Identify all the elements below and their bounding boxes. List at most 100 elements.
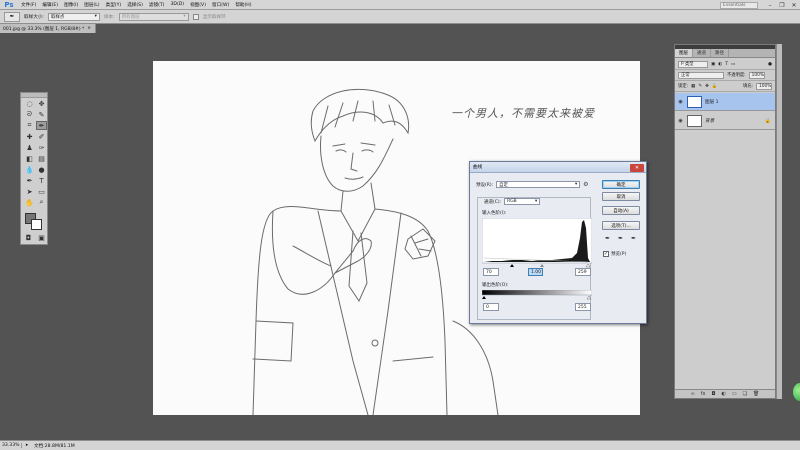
options-bar: ✒ 取样大小: 取样点 ▾ 样本: 所有图层 ▾ 显示取样环 bbox=[0, 10, 800, 24]
ok-button[interactable]: 确定 bbox=[602, 180, 640, 189]
hand-tool-icon[interactable]: ✋ bbox=[24, 198, 35, 207]
tab-layers[interactable]: 图层 bbox=[675, 49, 693, 57]
filter-image-icon[interactable]: ▣ bbox=[711, 62, 715, 67]
visibility-eye-icon[interactable]: ◉ bbox=[677, 98, 684, 105]
new-layer-icon[interactable]: ❏ bbox=[743, 391, 747, 397]
floating-assistant-icon[interactable] bbox=[793, 383, 800, 401]
zoom-level[interactable]: 33.33% bbox=[0, 443, 22, 448]
fill-input[interactable]: 100% bbox=[756, 82, 772, 90]
restore-icon[interactable]: ❐ bbox=[776, 0, 788, 10]
lock-move-icon[interactable]: ✥ bbox=[705, 84, 709, 89]
menu-type[interactable]: 类型(Y) bbox=[103, 2, 125, 8]
move-tool-icon[interactable]: ✥ bbox=[36, 99, 47, 108]
crop-tool-icon[interactable]: ⌗ bbox=[24, 121, 35, 130]
white-point-eyedropper-icon[interactable]: ✒ bbox=[631, 235, 636, 242]
gradient-tool-icon[interactable]: ▤ bbox=[36, 154, 47, 163]
adjustment-icon[interactable]: ◐ bbox=[721, 391, 725, 397]
eraser-tool-icon[interactable]: ◧ bbox=[24, 154, 35, 163]
menu-3d[interactable]: 3D(D) bbox=[167, 2, 187, 7]
screen-mode-icon[interactable]: ▣ bbox=[36, 233, 47, 242]
input-gray-field[interactable]: 1.00 bbox=[528, 268, 543, 276]
show-ring-checkbox[interactable] bbox=[192, 13, 199, 20]
menu-window[interactable]: 窗口(W) bbox=[209, 2, 232, 8]
blend-mode-select[interactable]: 正常 bbox=[678, 71, 724, 79]
filter-toggle-icon[interactable]: ● bbox=[768, 62, 772, 67]
background-color-swatch[interactable] bbox=[31, 219, 42, 230]
tools-panel: ◌ ✥ ᘐ ✎ ⌗ ✒ ✚ ✐ ♟ ✑ ◧ ▤ 💧 ● ✒ T ➤ ▭ ✋ ⌕ … bbox=[20, 92, 48, 245]
options-button[interactable]: 选项(T)... bbox=[602, 221, 640, 230]
panel-dock-strip[interactable] bbox=[776, 44, 782, 399]
auto-button[interactable]: 自动(A) bbox=[602, 206, 640, 215]
healing-tool-icon[interactable]: ✚ bbox=[24, 132, 35, 141]
dodge-tool-icon[interactable]: ● bbox=[36, 165, 47, 174]
filter-shape-icon[interactable]: ▭ bbox=[731, 62, 735, 67]
fx-icon[interactable]: fx bbox=[701, 391, 706, 397]
filter-adjust-icon[interactable]: ◐ bbox=[718, 62, 722, 67]
shape-tool-icon[interactable]: ▭ bbox=[36, 187, 47, 196]
close-icon[interactable]: ✕ bbox=[788, 0, 800, 10]
eyedropper-preset-icon[interactable]: ✒ bbox=[4, 11, 20, 22]
preview-checkbox[interactable]: ✓ bbox=[603, 251, 609, 257]
gray-point-eyedropper-icon[interactable]: ✒ bbox=[618, 235, 623, 242]
pen-tool-icon[interactable]: ✒ bbox=[24, 176, 35, 185]
history-brush-icon[interactable]: ✑ bbox=[36, 143, 47, 152]
input-white-field[interactable]: 259 bbox=[575, 268, 591, 276]
filter-type-icon[interactable]: T bbox=[725, 62, 728, 67]
menu-filter[interactable]: 滤镜(T) bbox=[146, 2, 168, 8]
zoom-tool-icon[interactable]: ⌕ bbox=[36, 198, 47, 207]
preset-options-icon[interactable]: ⚙ bbox=[583, 181, 588, 188]
menu-image[interactable]: 图像(I) bbox=[61, 2, 81, 8]
lock-brush-icon[interactable]: ✎ bbox=[698, 84, 702, 89]
tab-paths[interactable]: 路径 bbox=[711, 49, 729, 57]
input-black-field[interactable]: 70 bbox=[483, 268, 499, 276]
output-gradient-slider[interactable] bbox=[482, 290, 592, 300]
layer-row[interactable]: ◉ 背景 🔒 bbox=[675, 112, 775, 130]
trash-icon[interactable]: 🗑 bbox=[753, 391, 759, 397]
channel-select[interactable]: RGB ▾ bbox=[504, 198, 541, 205]
dialog-close-button[interactable]: ✕ bbox=[630, 163, 644, 172]
lasso-tool-icon[interactable]: ᘐ bbox=[24, 110, 35, 119]
black-point-eyedropper-icon[interactable]: ✒ bbox=[605, 235, 610, 242]
tools-panel-grip[interactable] bbox=[21, 93, 47, 98]
blur-tool-icon[interactable]: 💧 bbox=[24, 165, 35, 174]
visibility-eye-icon[interactable]: ◉ bbox=[677, 117, 684, 124]
lock-all-icon[interactable]: 🔒 bbox=[712, 84, 718, 89]
menu-help[interactable]: 帮助(H) bbox=[232, 2, 254, 8]
menu-file[interactable]: 文件(F) bbox=[18, 2, 39, 8]
path-select-tool-icon[interactable]: ➤ bbox=[24, 187, 35, 196]
menu-view[interactable]: 视图(V) bbox=[187, 2, 209, 8]
status-menu-icon[interactable]: ▸ bbox=[22, 443, 32, 448]
document-tab[interactable]: 001.jpg @ 33.3% (图层 1, RGB/8#) * × bbox=[0, 24, 96, 33]
close-tab-icon[interactable]: × bbox=[87, 26, 91, 31]
menu-layer[interactable]: 图层(L) bbox=[81, 2, 102, 8]
link-icon[interactable]: ∞ bbox=[691, 391, 695, 397]
quick-mask-icon[interactable]: ◘ bbox=[23, 233, 34, 242]
mask-icon[interactable]: ◘ bbox=[711, 391, 715, 397]
marquee-tool-icon[interactable]: ◌ bbox=[24, 99, 35, 108]
folder-icon[interactable]: ▭ bbox=[732, 391, 737, 397]
lock-pixels-icon[interactable]: ▦ bbox=[691, 84, 695, 89]
menu-select[interactable]: 选择(S) bbox=[124, 2, 146, 8]
sample-size-select[interactable]: 取样点 ▾ bbox=[47, 12, 100, 21]
sample-select[interactable]: 所有图层 ▾ bbox=[118, 12, 189, 21]
output-white-field[interactable]: 255 bbox=[575, 303, 591, 311]
input-histogram[interactable] bbox=[482, 218, 592, 268]
type-tool-icon[interactable]: T bbox=[36, 176, 47, 185]
dialog-titlebar[interactable]: 曲线 bbox=[470, 162, 646, 173]
quick-select-tool-icon[interactable]: ✎ bbox=[36, 110, 47, 119]
workspace-switcher[interactable]: Essentials bbox=[720, 1, 758, 9]
menu-edit[interactable]: 编辑(E) bbox=[39, 2, 61, 8]
minimize-icon[interactable]: – bbox=[764, 0, 776, 10]
tab-channels[interactable]: 通道 bbox=[693, 49, 711, 57]
eyedropper-tool-icon[interactable]: ✒ bbox=[36, 121, 47, 130]
cancel-button[interactable]: 取消 bbox=[602, 192, 640, 201]
stamp-tool-icon[interactable]: ♟ bbox=[24, 143, 35, 152]
preset-select[interactable]: 自定 ▾ bbox=[496, 181, 581, 188]
layer-row[interactable]: ◉ 图层 1 bbox=[675, 93, 775, 111]
layers-panel-footer: ∞ fx ◘ ◐ ▭ ❏ 🗑 bbox=[675, 389, 775, 398]
opacity-input[interactable]: 100% bbox=[748, 71, 765, 79]
blend-row: 正常 不透明度: 100% bbox=[675, 70, 775, 81]
output-black-field[interactable]: 0 bbox=[483, 303, 499, 311]
brush-tool-icon[interactable]: ✐ bbox=[36, 132, 47, 141]
layer-filter-select[interactable]: P 类型 bbox=[678, 60, 708, 68]
